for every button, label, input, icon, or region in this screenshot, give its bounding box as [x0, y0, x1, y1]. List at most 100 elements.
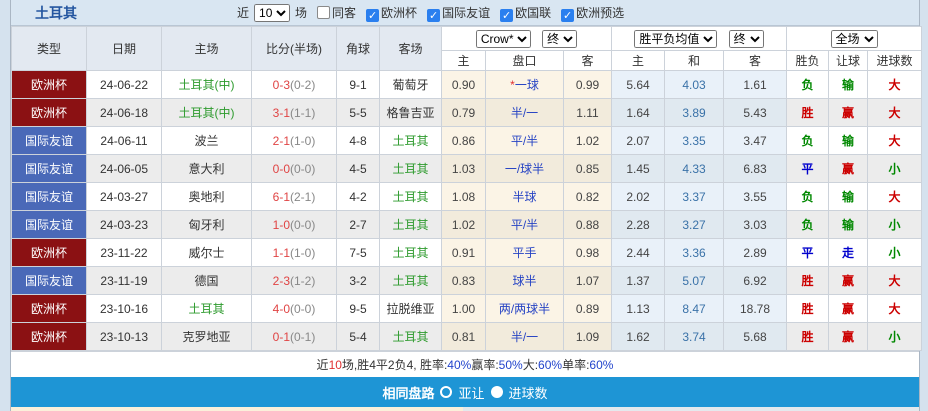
away-team[interactable]: 土耳其 [380, 183, 442, 211]
home-team[interactable]: 土耳其(中) [162, 99, 252, 127]
company-select[interactable]: Crow* [476, 30, 531, 48]
corners: 5-5 [337, 99, 380, 127]
away-team[interactable]: 土耳其 [380, 267, 442, 295]
match-row: 国际友谊 24-06-05 意大利 0-0(0-0) 4-5 土耳其 1.03 … [12, 155, 922, 183]
score-cell: 2-1(1-0) [252, 127, 337, 155]
footer-filter-bar: 相同盘路 亚让 进球数 [11, 377, 919, 407]
handicap-home-odds: 0.81 [442, 323, 486, 351]
asian-handicap-radio[interactable] [440, 386, 452, 398]
recent-label-suffix: 场 [295, 4, 307, 21]
corners: 4-8 [337, 127, 380, 155]
title-bar: 土耳其 近 10 场 同客 ✓欧洲杯 ✓国际友谊 ✓欧国联 ✓欧洲预选 [11, 0, 919, 26]
home-team[interactable]: 意大利 [162, 155, 252, 183]
handicap-home-odds: 1.03 [442, 155, 486, 183]
scope-select[interactable]: 全场 [831, 30, 878, 48]
handicap-away-odds: 0.85 [564, 155, 612, 183]
handicap-home-odds: 1.00 [442, 295, 486, 323]
friendly-checkbox-icon[interactable]: ✓ [427, 9, 440, 22]
home-team[interactable]: 德国 [162, 267, 252, 295]
result-wdl: 胜 [787, 267, 829, 295]
scope-select-group: 全场 [787, 27, 922, 51]
home-team[interactable]: 土耳其(中) [162, 71, 252, 99]
handicap-home-odds: 0.90 [442, 71, 486, 99]
result-goals: 小 [868, 323, 922, 351]
average-home-odds: 1.37 [612, 267, 665, 295]
same-away-checkbox-icon[interactable] [317, 6, 330, 19]
half-score: (0-0) [290, 162, 315, 176]
half-score: (1-2) [290, 274, 315, 288]
euro-qualifier-checkbox-icon[interactable]: ✓ [561, 9, 574, 22]
checkbox-eurocup[interactable]: ✓欧洲杯 [358, 4, 417, 22]
average-draw-odds: 3.36 [665, 239, 724, 267]
asian-handicap-label: 亚让 [458, 383, 484, 402]
subheader-avg-away: 客 [724, 51, 787, 71]
summary-row: 近10场,胜4平2负4, 胜率:40% 赢率:50% 大:60% 单率:60% [11, 351, 919, 377]
average-final-select[interactable]: 终 [729, 30, 764, 48]
handicap-final-select[interactable]: 终 [542, 30, 577, 48]
score-cell: 1-1(1-0) [252, 239, 337, 267]
away-team[interactable]: 土耳其 [380, 211, 442, 239]
home-team[interactable]: 波兰 [162, 127, 252, 155]
goals-radio[interactable] [491, 386, 503, 398]
handicap-away-odds: 1.11 [564, 99, 612, 127]
result-wdl: 平 [787, 155, 829, 183]
away-team[interactable]: 拉脱维亚 [380, 295, 442, 323]
home-team[interactable]: 威尔士 [162, 239, 252, 267]
nations-league-checkbox-icon[interactable]: ✓ [500, 9, 513, 22]
score-cell: 0-3(0-2) [252, 71, 337, 99]
result-goals: 大 [868, 295, 922, 323]
home-team[interactable]: 土耳其 [162, 295, 252, 323]
checkbox-nations-league[interactable]: ✓欧国联 [492, 4, 551, 22]
handicap-name: 平/半 [511, 218, 538, 232]
away-team[interactable]: 土耳其 [380, 127, 442, 155]
away-team[interactable]: 土耳其 [380, 323, 442, 351]
score-cell: 3-1(1-1) [252, 99, 337, 127]
handicap-name: 两/两球半 [499, 302, 550, 316]
away-team[interactable]: 土耳其 [380, 155, 442, 183]
match-row: 国际友谊 23-11-19 德国 2-3(1-2) 3-2 土耳其 0.83 球… [12, 267, 922, 295]
average-away-odds: 6.92 [724, 267, 787, 295]
away-team[interactable]: 土耳其 [380, 239, 442, 267]
checkbox-friendly[interactable]: ✓国际友谊 [419, 4, 490, 22]
handicap-away-odds: 1.07 [564, 267, 612, 295]
result-goals: 大 [868, 267, 922, 295]
checkbox-euro-qualifier[interactable]: ✓欧洲预选 [553, 4, 624, 22]
away-team[interactable]: 葡萄牙 [380, 71, 442, 99]
summary-big-label: 大: [523, 356, 538, 373]
handicap-home-odds: 0.83 [442, 267, 486, 295]
score-cell: 6-1(2-1) [252, 183, 337, 211]
checkbox-same-away[interactable]: 同客 [309, 4, 356, 21]
handicap-home-odds: 1.08 [442, 183, 486, 211]
summary-count: 10 [329, 358, 342, 372]
handicap-select-group: Crow* 终 [442, 27, 612, 51]
corners: 2-7 [337, 211, 380, 239]
competition-type: 欧洲杯 [12, 323, 87, 351]
home-team[interactable]: 匈牙利 [162, 211, 252, 239]
result-wdl: 负 [787, 211, 829, 239]
full-score: 4-0 [273, 302, 290, 316]
next-section-right-panel [463, 407, 919, 411]
result-handicap: 赢 [829, 99, 868, 127]
competition-type: 欧洲杯 [12, 71, 87, 99]
home-team[interactable]: 奥地利 [162, 183, 252, 211]
average-home-odds: 2.02 [612, 183, 665, 211]
wdl-average-select[interactable]: 胜平负均值 [634, 30, 717, 48]
handicap-away-odds: 0.98 [564, 239, 612, 267]
result-goals: 大 [868, 127, 922, 155]
full-score: 2-3 [273, 274, 290, 288]
average-draw-odds: 3.27 [665, 211, 724, 239]
handicap-away-odds: 1.09 [564, 323, 612, 351]
match-date: 23-11-19 [87, 267, 162, 295]
away-team[interactable]: 格鲁吉亚 [380, 99, 442, 127]
home-team[interactable]: 克罗地亚 [162, 323, 252, 351]
score-cell: 2-3(1-2) [252, 267, 337, 295]
next-section-peek [11, 407, 919, 411]
half-score: (2-1) [290, 190, 315, 204]
recent-count-select[interactable]: 10 [254, 4, 290, 22]
full-score: 2-1 [273, 134, 290, 148]
subheader-avg-home: 主 [612, 51, 665, 71]
match-row: 欧洲杯 23-11-22 威尔士 1-1(1-0) 7-5 土耳其 0.91 平… [12, 239, 922, 267]
eurocup-checkbox-icon[interactable]: ✓ [366, 9, 379, 22]
average-away-odds: 3.03 [724, 211, 787, 239]
result-wdl: 负 [787, 71, 829, 99]
